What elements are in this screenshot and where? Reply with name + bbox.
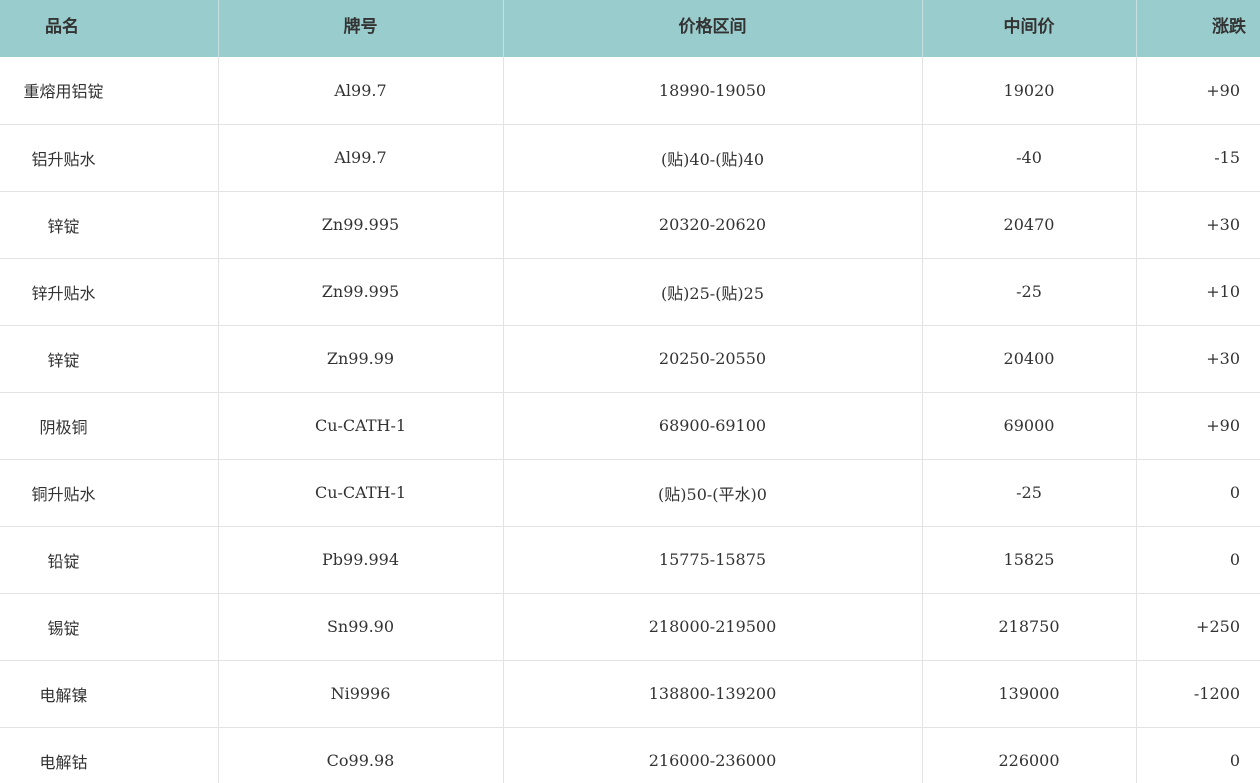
product-name-text: 铝升贴水	[31, 149, 96, 169]
cell-change: +90	[1136, 57, 1260, 125]
product-name-text: 锌锭	[47, 350, 80, 370]
cell-price-range: 20250-20550	[503, 325, 923, 393]
cell-mid-price: 19020	[922, 57, 1137, 125]
cell-change: 0	[1136, 727, 1260, 783]
product-name-text: 铅锭	[47, 551, 80, 571]
cell-mid-price: -40	[922, 124, 1137, 192]
header-row: 品名 牌号 价格区间 中间价 涨跌	[0, 0, 1260, 57]
cell-grade: Sn99.90	[218, 593, 504, 661]
table-row: 锌锭 Zn99.99 20250-20550 20400 +30	[0, 325, 1260, 393]
cell-price-range: 218000-219500	[503, 593, 923, 661]
cell-change: +250	[1136, 593, 1260, 661]
product-name-text: 铜升贴水	[31, 484, 96, 504]
cell-price-range: 68900-69100	[503, 392, 923, 460]
cell-product-name: 锌锭	[0, 191, 219, 259]
cell-product-name: 铜升贴水	[0, 459, 219, 527]
cell-grade: Zn99.99	[218, 325, 504, 393]
cell-mid-price: 20400	[922, 325, 1137, 393]
table-row: 电解镍 Ni9996 138800-139200 139000 -1200	[0, 660, 1260, 728]
cell-product-name: 铝升贴水	[0, 124, 219, 192]
cell-product-name: 电解镍	[0, 660, 219, 728]
cell-price-range: 216000-236000	[503, 727, 923, 783]
cell-price-range: 18990-19050	[503, 57, 923, 125]
cell-product-name: 电解钴	[0, 727, 219, 783]
product-name-text: 锌锭	[47, 216, 80, 236]
table-row: 锌升贴水 Zn99.995 (贴)25-(贴)25 -25 +10	[0, 258, 1260, 326]
cell-mid-price: 15825	[922, 526, 1137, 594]
cell-change: 0	[1136, 526, 1260, 594]
table-body: 重熔用铝锭 Al99.7 18990-19050 19020 +90 铝升贴水 …	[0, 57, 1260, 783]
header-change: 涨跌	[1212, 16, 1246, 37]
table-row: 铅锭 Pb99.994 15775-15875 15825 0	[0, 526, 1260, 594]
cell-product-name: 铅锭	[0, 526, 219, 594]
cell-product-name: 锌锭	[0, 325, 219, 393]
cell-change: -1200	[1136, 660, 1260, 728]
cell-mid-price: 218750	[922, 593, 1137, 661]
product-name-text: 阴极铜	[39, 417, 88, 437]
header-price-range: 价格区间	[503, 0, 923, 57]
metal-price-table: 品名 牌号 价格区间 中间价 涨跌 重熔用铝锭 Al99.7 18990-190…	[0, 0, 1260, 783]
table-row: 锡锭 Sn99.90 218000-219500 218750 +250	[0, 593, 1260, 661]
cell-change: 0	[1136, 459, 1260, 527]
table-row: 阴极铜 Cu-CATH-1 68900-69100 69000 +90	[0, 392, 1260, 460]
product-name-text: 电解镍	[39, 685, 88, 705]
cell-change: +30	[1136, 325, 1260, 393]
cell-mid-price: 20470	[922, 191, 1137, 259]
cell-grade: Al99.7	[218, 57, 504, 125]
table-header: 品名 牌号 价格区间 中间价 涨跌	[0, 0, 1260, 57]
cell-product-name: 锌升贴水	[0, 258, 219, 326]
header-product-name: 品名	[0, 0, 219, 57]
header-grade: 牌号	[218, 0, 504, 57]
cell-grade: Cu-CATH-1	[218, 392, 504, 460]
cell-change: +90	[1136, 392, 1260, 460]
cell-change: -15	[1136, 124, 1260, 192]
cell-grade: Pb99.994	[218, 526, 504, 594]
cell-grade: Co99.98	[218, 727, 504, 783]
cell-product-name: 重熔用铝锭	[0, 57, 219, 125]
cell-grade: Zn99.995	[218, 191, 504, 259]
cell-mid-price: 226000	[922, 727, 1137, 783]
cell-mid-price: 139000	[922, 660, 1137, 728]
cell-grade: Ni9996	[218, 660, 504, 728]
table-row: 锌锭 Zn99.995 20320-20620 20470 +30	[0, 191, 1260, 259]
cell-mid-price: -25	[922, 459, 1137, 527]
product-name-text: 电解钴	[39, 752, 88, 772]
cell-price-range: 15775-15875	[503, 526, 923, 594]
table-row: 铜升贴水 Cu-CATH-1 (贴)50-(平水)0 -25 0	[0, 459, 1260, 527]
table-row: 电解钴 Co99.98 216000-236000 226000 0	[0, 727, 1260, 783]
cell-change: +30	[1136, 191, 1260, 259]
cell-change: +10	[1136, 258, 1260, 326]
cell-grade: Zn99.995	[218, 258, 504, 326]
cell-price-range: (贴)40-(贴)40	[503, 124, 923, 192]
cell-grade: Cu-CATH-1	[218, 459, 504, 527]
product-name-text: 锡锭	[47, 618, 80, 638]
header-mid-price: 中间价	[922, 0, 1137, 57]
cell-price-range: (贴)25-(贴)25	[503, 258, 923, 326]
product-name-text: 重熔用铝锭	[23, 82, 104, 102]
product-name-text: 锌升贴水	[31, 283, 96, 303]
cell-price-range: 20320-20620	[503, 191, 923, 259]
cell-mid-price: 69000	[922, 392, 1137, 460]
table-row: 重熔用铝锭 Al99.7 18990-19050 19020 +90	[0, 57, 1260, 125]
table-row: 铝升贴水 Al99.7 (贴)40-(贴)40 -40 -15	[0, 124, 1260, 192]
cell-product-name: 锡锭	[0, 593, 219, 661]
cell-price-range: 138800-139200	[503, 660, 923, 728]
cell-grade: Al99.7	[218, 124, 504, 192]
cell-product-name: 阴极铜	[0, 392, 219, 460]
cell-mid-price: -25	[922, 258, 1137, 326]
cell-price-range: (贴)50-(平水)0	[503, 459, 923, 527]
